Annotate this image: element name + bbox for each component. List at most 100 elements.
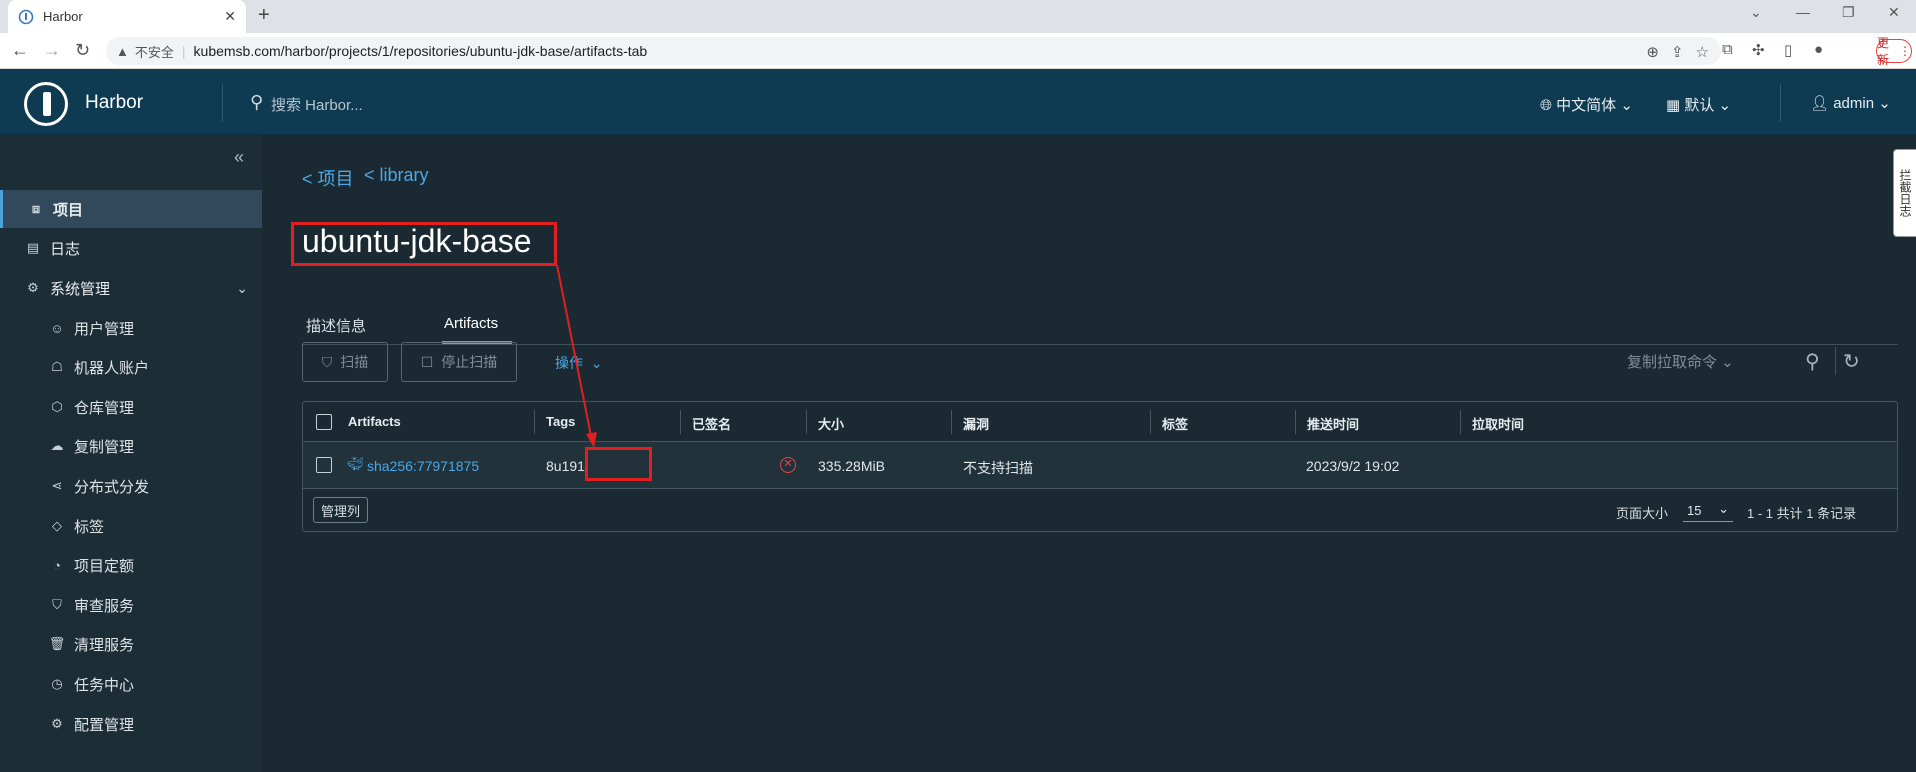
brand-name[interactable]: Harbor [85,92,143,114]
shield-icon: ⛉ [52,597,62,612]
tag-icon: ◇ [52,518,62,533]
sidebar-item-label: 配置管理 [74,716,135,734]
tag-highlight-box [585,447,652,481]
extension-icon[interactable]: ⧉ [1722,41,1733,58]
sidebar-item-quotas[interactable]: ◔ 项目定额 [0,546,262,584]
scan-button[interactable]: ⛉ 扫描 [302,342,388,382]
breadcrumb-library[interactable]: < library [364,165,429,186]
projects-icon: ⧈ [31,201,41,216]
update-button[interactable]: 更新 ⋮ [1876,36,1912,67]
sidebar-item-jobs[interactable]: ◷ 任务中心 [0,665,262,703]
distribution-icon: ⋖ [51,478,63,493]
sidebar-item-configuration[interactable]: ⚙ 配置管理 [0,705,262,743]
sidebar-item-admin[interactable]: ⚙ 系统管理 ⌄ [0,269,262,307]
zoom-icon[interactable]: ⊕ [1646,43,1659,61]
close-window-icon[interactable]: ✕ [1888,4,1900,21]
column-divider [1460,410,1461,434]
column-header-vulnerability[interactable]: 漏洞 [963,414,989,433]
chevron-down-icon: ⌄ [590,355,603,371]
select-all-checkbox[interactable] [316,414,332,430]
side-floating-widget[interactable]: 拦截日志 [1893,149,1916,237]
column-header-push-time[interactable]: 推送时间 [1307,414,1359,433]
sidebar-item-distributions[interactable]: ⋖ 分布式分发 [0,467,262,505]
header-divider [222,84,223,122]
artifact-size: 335.28MiB [818,458,885,474]
forward-icon[interactable]: → [43,40,61,61]
column-divider [1295,410,1296,434]
page-size-select[interactable]: 15 ⌄ [1683,498,1733,522]
users-icon: ☺ [50,320,64,336]
refresh-icon[interactable]: ↻ [1843,349,1860,374]
column-header-size[interactable]: 大小 [818,414,844,433]
row-checkbox[interactable] [316,457,332,473]
sidebar-item-logs[interactable]: ▤ 日志 [0,229,262,267]
sidebar-item-interrogation[interactable]: ⛉ 审查服务 [0,586,262,624]
reload-icon[interactable]: ↻ [75,40,90,61]
new-tab-icon[interactable]: + [258,4,270,27]
sidepanel-icon[interactable]: ▯ [1784,41,1792,59]
app-header: Harbor ⚲ 搜索 Harbor... 🌐︎ 中文简体 ⌄ ▦ 默认 ⌄ 👤… [0,69,1916,135]
collapse-sidebar-icon[interactable]: « [234,147,244,168]
sidebar-item-label: 机器人账户 [74,359,150,377]
artifact-digest-link[interactable]: sha256:77971875 [367,458,479,474]
sidebar-item-label: 仓库管理 [74,399,135,417]
table-footer: 管理列 页面大小 15 ⌄ 1 - 1 共计 1 条记录 [303,490,1897,530]
column-header-labels[interactable]: 标签 [1162,414,1188,433]
column-header-pull-time[interactable]: 拉取时间 [1472,414,1524,433]
profile-icon[interactable]: ● [1814,41,1823,58]
minimize-icon[interactable]: — [1796,4,1810,20]
page-size-label: 页面大小 [1616,506,1669,521]
tab-search-icon[interactable]: ⌄ [1750,4,1762,21]
column-divider [680,410,681,434]
sidebar-item-registries[interactable]: ⬡ 仓库管理 [0,388,262,426]
harbor-logo-icon[interactable] [24,82,68,126]
search-icon[interactable]: ⚲ [250,92,263,113]
puzzle-icon[interactable]: ✣ [1752,41,1765,59]
stop-scan-label: 停止扫描 [441,354,498,370]
bookmark-star-icon[interactable]: ☆ [1696,43,1709,61]
admin-icon: ⚙ [27,280,39,295]
artifact-vulnerability: 不支持扫描 [963,460,1033,476]
copy-pull-command-dropdown[interactable]: 复制拉取命令 ⌄ [1627,351,1734,372]
column-header-artifacts[interactable]: Artifacts [348,414,401,429]
language-label: 中文简体 [1556,97,1617,114]
sidebar-item-projects[interactable]: ⧈ 项目 [0,190,262,228]
sidebar-item-label: 复制管理 [74,438,135,456]
table-row[interactable]: 🐳︎ sha256:77971875 8u191 ✕ 335.28MiB 不支持… [303,442,1897,489]
trash-icon: 🗑︎ [48,636,66,651]
share-icon[interactable]: ⇪ [1671,43,1684,61]
column-header-tags[interactable]: Tags [546,414,575,429]
table-header: Artifacts Tags 已签名 大小 漏洞 标签 推送时间 拉取时间 [303,402,1897,442]
user-menu[interactable]: 👤︎ admin ⌄ [1810,94,1891,112]
logs-icon: ▤ [26,240,40,255]
global-search-input[interactable]: 搜索 Harbor... [271,94,363,115]
user-name: admin [1833,95,1875,112]
column-divider [1150,410,1151,434]
sidebar-item-label: 项目 [53,201,84,219]
sidebar-item-labels[interactable]: ◇ 标签 [0,507,262,545]
theme-selector[interactable]: ▦ 默认 ⌄ [1666,94,1731,115]
column-header-signed[interactable]: 已签名 [692,414,731,433]
back-icon[interactable]: ← [11,40,29,61]
tab-artifacts[interactable]: Artifacts [444,315,498,332]
close-tab-icon[interactable]: ✕ [224,8,236,25]
browser-tab[interactable]: Harbor ✕ [8,0,246,33]
browser-tab-title: Harbor [43,9,83,24]
sidebar-item-cleanup[interactable]: 🗑︎ 清理服务 [0,625,262,663]
sidebar-item-replications[interactable]: ☁ 复制管理 [0,427,262,465]
language-selector[interactable]: 🌐︎ 中文简体 ⌄ [1540,94,1633,115]
url-field[interactable]: ▲ 不安全 | kubemsb.com/harbor/projects/1/re… [106,37,1721,65]
breadcrumb-projects[interactable]: < 项目 [302,165,354,191]
detail-tabs: 描述信息 Artifacts [302,309,1898,345]
stop-scan-button[interactable]: ☐ 停止扫描 [401,342,517,382]
sidebar-item-users[interactable]: ☺ 用户管理 [0,309,262,347]
actions-dropdown[interactable]: 操作 ⌄ [555,353,603,373]
sidebar-item-robots[interactable]: ☖ 机器人账户 [0,348,262,386]
manage-columns-button[interactable]: 管理列 [313,497,369,523]
restore-icon[interactable]: ❐ [1842,4,1855,21]
theme-label: 默认 [1684,97,1715,114]
tab-description[interactable]: 描述信息 [306,315,366,336]
page-size-value: 15 [1687,503,1702,518]
artifacts-table: Artifacts Tags 已签名 大小 漏洞 标签 推送时间 拉取时间 🐳︎… [302,401,1898,532]
search-icon[interactable]: ⚲ [1805,349,1820,374]
